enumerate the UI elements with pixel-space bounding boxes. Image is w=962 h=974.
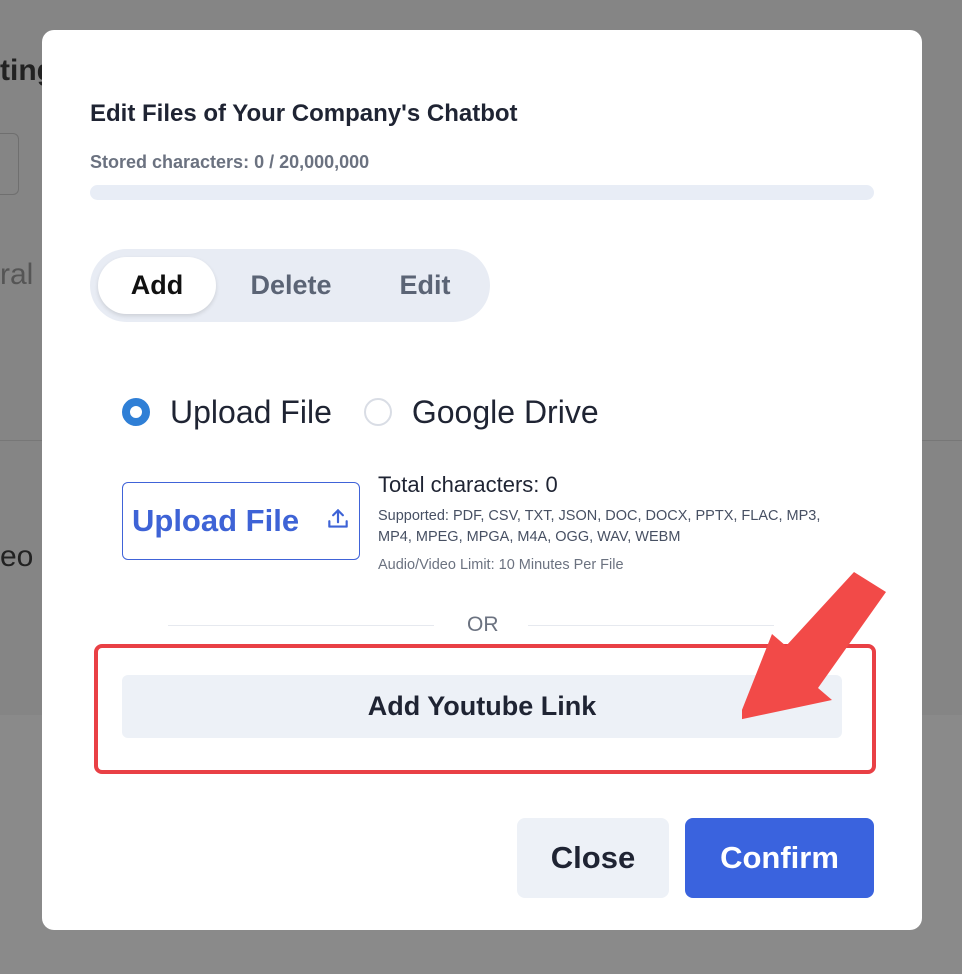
background-text-fragment: ral [0,258,34,291]
upload-file-button-label: Upload File [132,503,300,538]
modal-title: Edit Files of Your Company's Chatbot [90,100,518,127]
background-input-fragment [0,133,19,195]
source-options: Upload File Google Drive [122,392,631,432]
tab-add[interactable]: Add [98,257,216,314]
tab-edit[interactable]: Edit [366,257,484,314]
confirm-button[interactable]: Confirm [685,818,874,898]
total-characters-text: Total characters: 0 [378,472,558,497]
upload-file-radio[interactable] [122,398,150,426]
google-drive-radio-label[interactable]: Google Drive [412,394,599,431]
google-drive-radio[interactable] [363,398,392,426]
upload-icon [325,506,351,537]
stored-characters-text: Stored characters: 0 / 20,000,000 [90,152,370,172]
supported-formats-text: Supported: PDF, CSV, TXT, JSON, DOC, DOC… [378,508,821,545]
tab-delete[interactable]: Delete [230,257,352,314]
storage-progress-bar [90,185,874,200]
add-youtube-link-button[interactable]: Add Youtube Link [122,675,842,738]
upload-file-button[interactable]: Upload File [122,482,360,560]
audio-video-limit-text: Audio/Video Limit: 10 Minutes Per File [378,557,624,573]
upload-file-radio-label[interactable]: Upload File [170,394,332,431]
close-button[interactable]: Close [517,818,669,898]
edit-files-modal: Edit Files of Your Company's Chatbot Sto… [42,30,922,930]
background-text-fragment-2: eo [0,540,34,573]
or-divider-left [168,625,434,626]
mode-tabs: Add Delete Edit [90,249,490,322]
or-divider-label: OR [467,613,499,636]
or-divider-right [528,625,774,626]
